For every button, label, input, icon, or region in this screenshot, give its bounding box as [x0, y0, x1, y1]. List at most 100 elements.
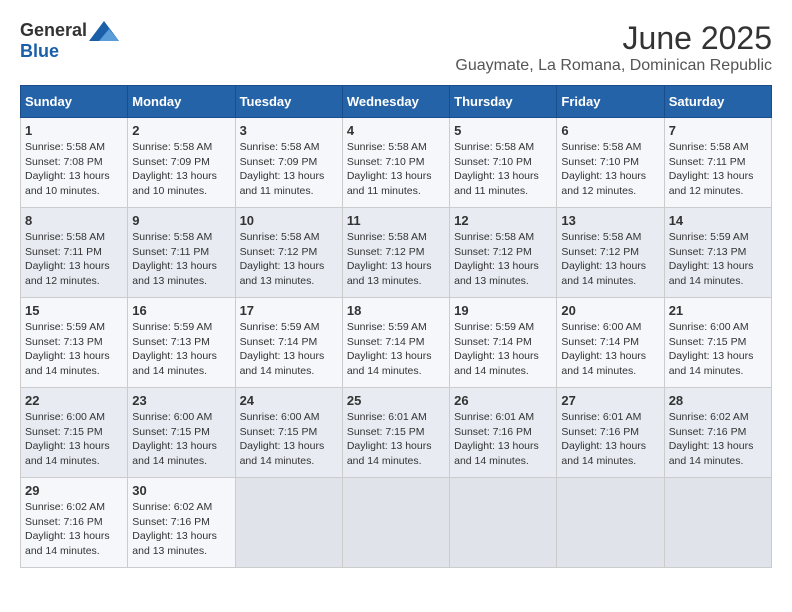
- calendar-cell: 23Sunrise: 6:00 AMSunset: 7:15 PMDayligh…: [128, 388, 235, 478]
- calendar-cell: 21Sunrise: 6:00 AMSunset: 7:15 PMDayligh…: [664, 298, 771, 388]
- day-info-line: Sunrise: 5:58 AM: [240, 140, 338, 155]
- day-info-line: Sunset: 7:10 PM: [561, 155, 659, 170]
- day-info-line: and 14 minutes.: [25, 454, 123, 469]
- day-info-line: Daylight: 13 hours: [25, 259, 123, 274]
- day-info-line: Sunset: 7:14 PM: [454, 335, 552, 350]
- day-number: 18: [347, 303, 445, 318]
- calendar-cell: 12Sunrise: 5:58 AMSunset: 7:12 PMDayligh…: [450, 208, 557, 298]
- day-info-line: Sunset: 7:15 PM: [240, 425, 338, 440]
- day-info-line: Sunrise: 6:01 AM: [347, 410, 445, 425]
- day-info-line: Sunrise: 5:59 AM: [132, 320, 230, 335]
- day-info-line: Sunset: 7:10 PM: [347, 155, 445, 170]
- day-info-line: Sunrise: 5:59 AM: [240, 320, 338, 335]
- day-info-line: Sunset: 7:11 PM: [132, 245, 230, 260]
- day-info-line: and 11 minutes.: [240, 184, 338, 199]
- month-title: June 2025: [455, 20, 772, 57]
- day-info-line: Daylight: 13 hours: [669, 439, 767, 454]
- day-info-line: Sunrise: 6:00 AM: [240, 410, 338, 425]
- day-number: 13: [561, 213, 659, 228]
- day-info-line: Daylight: 13 hours: [561, 169, 659, 184]
- day-info-line: Sunrise: 5:58 AM: [454, 230, 552, 245]
- day-info-line: and 14 minutes.: [347, 364, 445, 379]
- day-number: 15: [25, 303, 123, 318]
- calendar-cell: [450, 478, 557, 568]
- day-number: 17: [240, 303, 338, 318]
- calendar-cell: 1Sunrise: 5:58 AMSunset: 7:08 PMDaylight…: [21, 118, 128, 208]
- day-info-line: and 12 minutes.: [669, 184, 767, 199]
- day-info-line: Daylight: 13 hours: [25, 349, 123, 364]
- day-info-line: Sunrise: 6:01 AM: [454, 410, 552, 425]
- day-info-line: and 14 minutes.: [240, 364, 338, 379]
- day-info-line: Daylight: 13 hours: [240, 349, 338, 364]
- day-number: 7: [669, 123, 767, 138]
- location-title: Guaymate, La Romana, Dominican Republic: [455, 57, 772, 75]
- day-number: 22: [25, 393, 123, 408]
- day-info-line: Sunrise: 6:02 AM: [25, 500, 123, 515]
- day-info-line: Sunset: 7:08 PM: [25, 155, 123, 170]
- day-info-line: and 10 minutes.: [132, 184, 230, 199]
- calendar-cell: 24Sunrise: 6:00 AMSunset: 7:15 PMDayligh…: [235, 388, 342, 478]
- calendar-cell: 10Sunrise: 5:58 AMSunset: 7:12 PMDayligh…: [235, 208, 342, 298]
- day-info-line: Daylight: 13 hours: [454, 169, 552, 184]
- day-info-line: and 14 minutes.: [454, 454, 552, 469]
- day-number: 27: [561, 393, 659, 408]
- day-number: 4: [347, 123, 445, 138]
- day-info-line: Daylight: 13 hours: [240, 259, 338, 274]
- day-info-line: and 14 minutes.: [240, 454, 338, 469]
- day-info-line: Sunrise: 5:59 AM: [25, 320, 123, 335]
- day-info-line: Sunset: 7:15 PM: [669, 335, 767, 350]
- calendar-cell: 30Sunrise: 6:02 AMSunset: 7:16 PMDayligh…: [128, 478, 235, 568]
- day-info-line: Sunrise: 5:58 AM: [25, 140, 123, 155]
- day-info-line: and 14 minutes.: [347, 454, 445, 469]
- day-info-line: Daylight: 13 hours: [347, 259, 445, 274]
- title-area: June 2025 Guaymate, La Romana, Dominican…: [455, 20, 772, 75]
- day-info-line: and 14 minutes.: [454, 364, 552, 379]
- day-number: 28: [669, 393, 767, 408]
- calendar-cell: 17Sunrise: 5:59 AMSunset: 7:14 PMDayligh…: [235, 298, 342, 388]
- day-number: 5: [454, 123, 552, 138]
- day-info-line: and 14 minutes.: [669, 364, 767, 379]
- day-info-line: and 12 minutes.: [561, 184, 659, 199]
- calendar-header-tuesday: Tuesday: [235, 86, 342, 118]
- day-number: 11: [347, 213, 445, 228]
- day-info-line: Daylight: 13 hours: [561, 439, 659, 454]
- calendar-cell: 9Sunrise: 5:58 AMSunset: 7:11 PMDaylight…: [128, 208, 235, 298]
- day-info-line: and 12 minutes.: [25, 274, 123, 289]
- calendar-header-saturday: Saturday: [664, 86, 771, 118]
- logo-general-text: General: [20, 20, 87, 41]
- day-info-line: Sunset: 7:12 PM: [561, 245, 659, 260]
- day-info-line: Daylight: 13 hours: [132, 439, 230, 454]
- calendar-week-row: 22 Sunrise: 6:00 AMSunset: 7:15 PM Dayligh…: [21, 388, 772, 478]
- day-info-line: Sunrise: 5:58 AM: [561, 230, 659, 245]
- day-info-line: Sunrise: 5:59 AM: [454, 320, 552, 335]
- day-info-line: Sunrise: 5:59 AM: [669, 230, 767, 245]
- day-info-line: Sunrise: 6:02 AM: [669, 410, 767, 425]
- day-info-line: Sunrise: 5:58 AM: [25, 230, 123, 245]
- day-info-line: Sunset: 7:09 PM: [240, 155, 338, 170]
- day-info-line: and 11 minutes.: [454, 184, 552, 199]
- day-info-line: and 14 minutes.: [561, 454, 659, 469]
- day-number: 12: [454, 213, 552, 228]
- day-info-line: Sunset: 7:13 PM: [25, 335, 123, 350]
- day-info-line: Sunset: 7:14 PM: [561, 335, 659, 350]
- calendar-cell: 16Sunrise: 5:59 AMSunset: 7:13 PMDayligh…: [128, 298, 235, 388]
- day-number: 14: [669, 213, 767, 228]
- day-info-line: and 10 minutes.: [25, 184, 123, 199]
- calendar-cell: 29Sunrise: 6:02 AMSunset: 7:16 PMDayligh…: [21, 478, 128, 568]
- calendar-header-row: SundayMondayTuesdayWednesdayThursdayFrid…: [21, 86, 772, 118]
- day-info-line: Sunset: 7:10 PM: [454, 155, 552, 170]
- day-info-line: Sunset: 7:16 PM: [25, 515, 123, 530]
- day-info-line: Sunrise: 5:59 AM: [347, 320, 445, 335]
- calendar-cell: [664, 478, 771, 568]
- day-info-line: Sunset: 7:11 PM: [669, 155, 767, 170]
- day-info-line: Daylight: 13 hours: [25, 439, 123, 454]
- calendar-cell: 20Sunrise: 6:00 AMSunset: 7:14 PMDayligh…: [557, 298, 664, 388]
- day-info-line: Daylight: 13 hours: [132, 529, 230, 544]
- calendar-cell: [342, 478, 449, 568]
- calendar: SundayMondayTuesdayWednesdayThursdayFrid…: [20, 85, 772, 568]
- calendar-header-sunday: Sunday: [21, 86, 128, 118]
- day-info-line: Daylight: 13 hours: [454, 439, 552, 454]
- day-number: 3: [240, 123, 338, 138]
- calendar-header-wednesday: Wednesday: [342, 86, 449, 118]
- day-info-line: Sunrise: 5:58 AM: [132, 230, 230, 245]
